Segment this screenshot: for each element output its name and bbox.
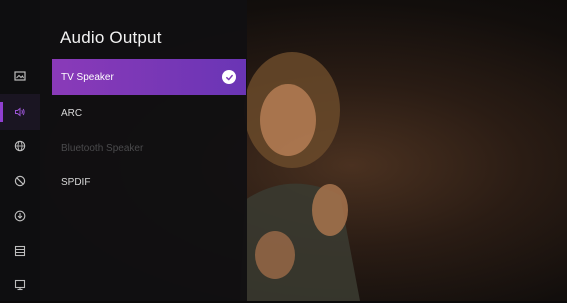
rail-item-system[interactable] [0,233,40,269]
rail-item-picture[interactable] [0,58,40,94]
option-label: SPDIF [61,176,91,188]
option-label: ARC [61,107,83,119]
option-arc[interactable]: ARC [52,95,246,131]
rail-item-parental[interactable] [0,163,40,199]
option-label: TV Speaker [61,71,114,83]
picture-icon [14,71,26,81]
option-bluetooth-speaker: Bluetooth Speaker [52,130,246,166]
tv-support-icon [14,279,26,291]
sound-icon [15,107,25,117]
no-sign-icon [14,175,26,187]
globe-icon [14,140,26,152]
rail-item-support[interactable] [0,267,40,303]
download-icon [14,210,26,222]
rail-item-sound[interactable] [0,94,40,130]
rail-item-update[interactable] [0,198,40,234]
option-tv-speaker[interactable]: TV Speaker [52,59,246,95]
settings-category-rail [0,0,40,301]
option-spdif[interactable]: SPDIF [52,164,246,200]
checkmark-icon [222,70,236,84]
list-icon [14,245,26,257]
option-label: Bluetooth Speaker [61,142,144,154]
audio-output-panel: Audio Output TV Speaker ARC Bluetooth Sp… [40,0,247,301]
rail-item-network[interactable] [0,128,40,164]
panel-title: Audio Output [60,28,162,47]
